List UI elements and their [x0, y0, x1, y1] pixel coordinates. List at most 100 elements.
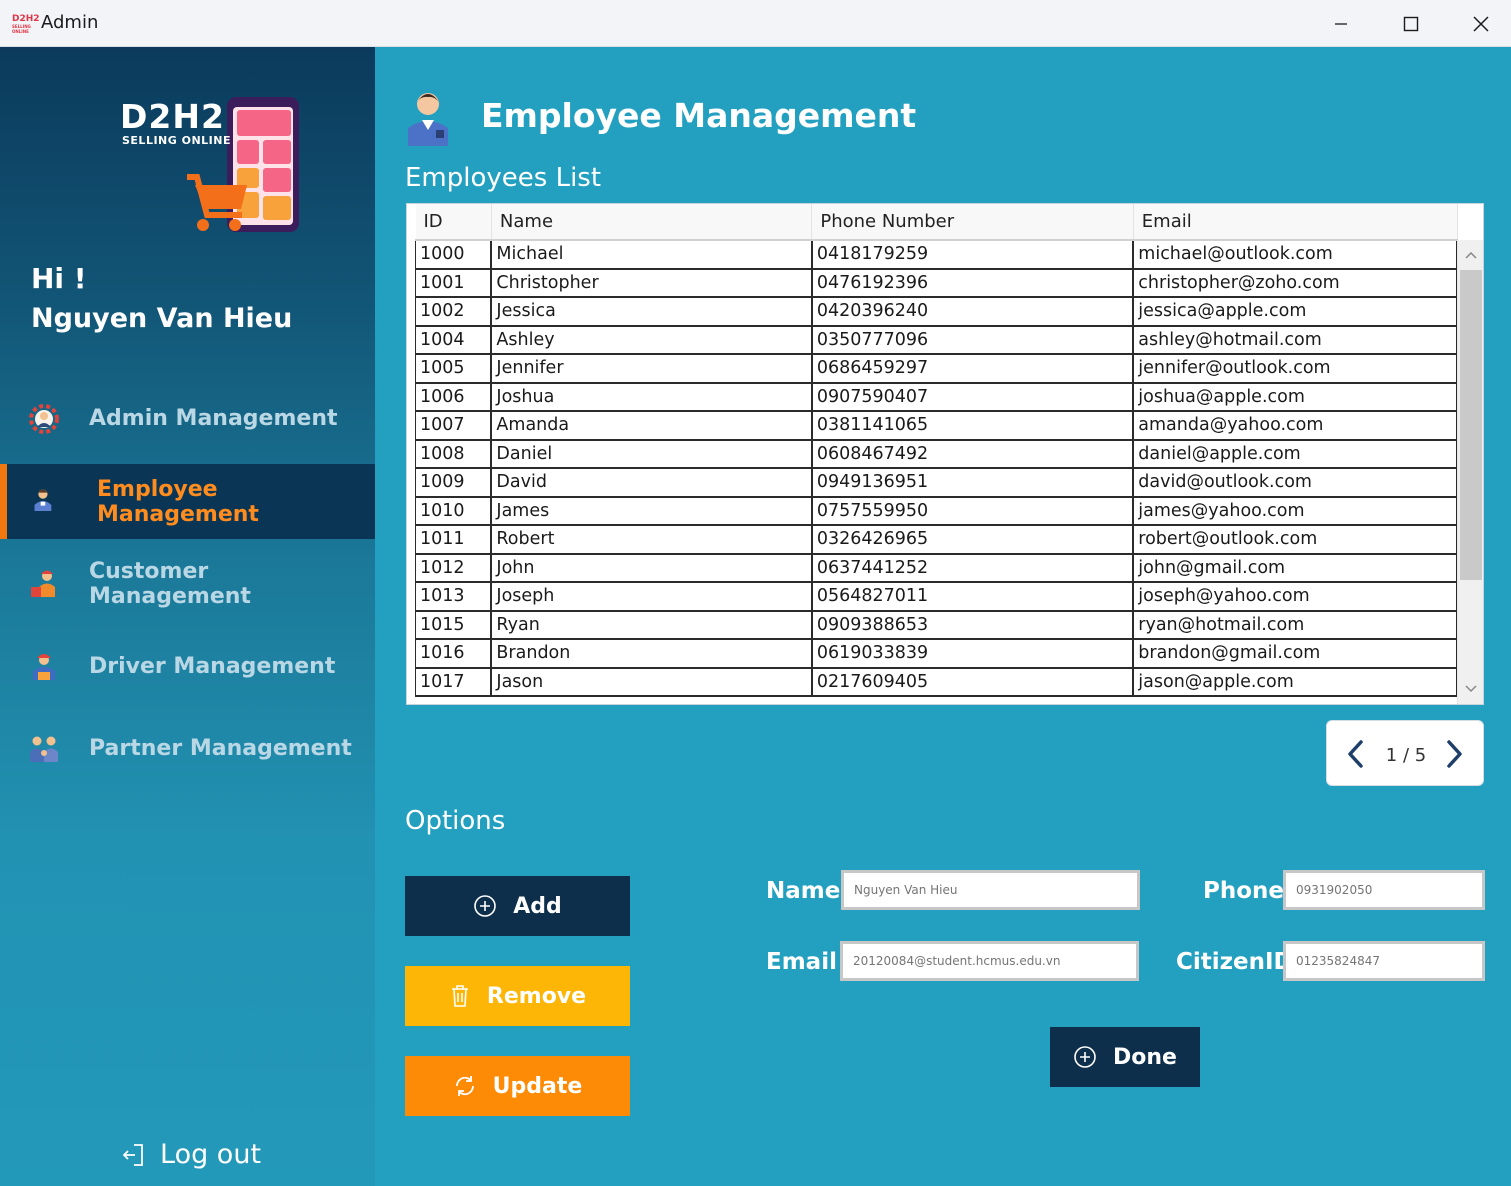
email-field[interactable]	[840, 941, 1139, 981]
cell-phone: 0907590407	[810, 382, 1135, 412]
cell-email: robert@outlook.com	[1132, 525, 1458, 555]
customer-icon	[31, 570, 55, 597]
sidebar-item-admin-management[interactable]: Admin Management	[0, 381, 375, 456]
cell-id: 1005	[415, 354, 493, 384]
cell-id: 1015	[415, 610, 493, 640]
cell-name: Christopher	[490, 268, 813, 298]
minimize-button[interactable]	[1306, 0, 1376, 47]
cell-email: daniel@apple.com	[1132, 439, 1458, 469]
greeting: Hi !	[31, 262, 87, 295]
partner-icon	[30, 736, 58, 762]
table-row[interactable]: 1015 Ryan 0909388653 ryan@hotmail.com	[415, 610, 1458, 640]
sidebar-item-label: Customer Management	[89, 558, 251, 609]
column-header-name[interactable]: Name	[491, 204, 813, 241]
options-title: Options	[405, 806, 506, 836]
cell-email: ashley@hotmail.com	[1132, 325, 1458, 355]
table-row[interactable]: 1008 Daniel 0608467492 daniel@apple.com	[415, 439, 1458, 469]
update-button-label: Update	[492, 1073, 583, 1099]
remove-button[interactable]: Remove	[405, 966, 630, 1026]
cell-phone: 0350777096	[810, 325, 1135, 355]
table-row[interactable]: 1007 Amanda 0381141065 amanda@yahoo.com	[415, 411, 1458, 441]
cell-phone: 0564827011	[810, 582, 1135, 612]
sidebar-item-label: Driver Management	[89, 654, 336, 679]
cell-email: david@outlook.com	[1132, 468, 1458, 498]
column-header-id[interactable]: ID	[415, 204, 492, 241]
refresh-icon	[453, 1074, 477, 1098]
table-row[interactable]: 1006 Joshua 0907590407 joshua@apple.com	[415, 382, 1458, 412]
next-page-button[interactable]	[1439, 737, 1469, 771]
cell-id: 1006	[415, 382, 493, 412]
pagination: 1 / 5	[1326, 720, 1484, 786]
update-button[interactable]: Update	[405, 1056, 630, 1116]
sidebar: D2H2 SELLING ONLINE Hi ! Nguyen Van Hieu…	[0, 47, 375, 1186]
table-header-row: ID Name Phone Number Email	[415, 204, 1458, 241]
minimize-icon	[1335, 22, 1347, 25]
cell-email: amanda@yahoo.com	[1132, 411, 1458, 441]
sidebar-item-label: Admin Management	[89, 406, 338, 431]
table-row[interactable]: 1011 Robert 0326426965 robert@outlook.com	[415, 525, 1458, 555]
maximize-button[interactable]	[1376, 0, 1446, 47]
table-row[interactable]: 1017 Jason 0217609405 jason@apple.com	[415, 667, 1458, 697]
maximize-icon	[1403, 16, 1419, 31]
table-row[interactable]: 1009 David 0949136951 david@outlook.com	[415, 468, 1458, 498]
name-field[interactable]	[841, 870, 1140, 910]
name-label: Name	[766, 878, 841, 904]
cell-phone: 0381141065	[810, 411, 1135, 441]
sidebar-item-driver-management[interactable]: Driver Management	[0, 629, 375, 704]
table-row[interactable]: 1013 Joseph 0564827011 joseph@yahoo.com	[415, 582, 1458, 612]
cell-phone: 0420396240	[810, 297, 1135, 327]
table-row[interactable]: 1002 Jessica 0420396240 jessica@apple.com	[415, 297, 1458, 327]
scroll-thumb[interactable]	[1460, 270, 1482, 580]
done-button[interactable]: Done	[1050, 1027, 1200, 1087]
column-header-phone[interactable]: Phone Number	[811, 204, 1134, 241]
cell-name: Ryan	[490, 610, 813, 640]
table-scrollbar[interactable]	[1457, 240, 1483, 704]
table-row[interactable]: 1001 Christopher 0476192396 christopher@zoh…	[415, 268, 1458, 298]
cell-email: john@gmail.com	[1132, 553, 1458, 583]
phone-field[interactable]	[1283, 870, 1485, 910]
employees-table-grid: ID Name Phone Number Email 1000 Michael 04…	[415, 204, 1458, 697]
logo-subtitle: SELLING ONLINE	[122, 134, 231, 147]
add-circle-icon	[473, 894, 497, 918]
user-name: Nguyen Van Hieu	[31, 303, 293, 334]
logout-button[interactable]: Log out	[120, 1139, 261, 1170]
cell-phone: 0949136951	[810, 468, 1135, 498]
table-row[interactable]: 1004 Ashley 0350777096 ashley@hotmail.com	[415, 325, 1458, 355]
cell-name: Joseph	[490, 582, 813, 612]
app-logo-icon: D2H2 SELLING ONLINE	[12, 14, 40, 34]
table-row[interactable]: 1012 John 0637441252 john@gmail.com	[415, 553, 1458, 583]
add-button[interactable]: Add	[405, 876, 630, 936]
cell-name: Amanda	[490, 411, 813, 441]
cell-name: Daniel	[490, 439, 813, 469]
cell-id: 1000	[415, 240, 493, 270]
sidebar-item-customer-management[interactable]: Customer Management	[0, 546, 375, 621]
cell-id: 1017	[415, 667, 493, 697]
scroll-up-icon[interactable]	[1463, 248, 1479, 264]
logout-icon	[122, 1143, 143, 1166]
citizen-id-field[interactable]	[1283, 941, 1485, 981]
sidebar-item-partner-management[interactable]: Partner Management	[0, 711, 375, 786]
table-row[interactable]: 1010 James 0757559950 james@yahoo.com	[415, 496, 1458, 526]
close-button[interactable]	[1446, 0, 1511, 47]
employee-page-icon	[408, 93, 448, 146]
table-row[interactable]: 1016 Brandon 0619033839 brandon@gmail.com	[415, 639, 1458, 669]
sidebar-item-employee-management[interactable]: Employee Management	[0, 464, 375, 539]
cell-name: Jennifer	[490, 354, 813, 384]
cell-email: joseph@yahoo.com	[1132, 582, 1458, 612]
add-button-label: Add	[513, 893, 562, 919]
cell-id: 1002	[415, 297, 493, 327]
cell-id: 1016	[415, 639, 493, 669]
table-row[interactable]: 1000 Michael 0418179259 michael@outlook.com	[415, 240, 1458, 270]
cell-phone: 0326426965	[810, 525, 1135, 555]
cell-name: Michael	[490, 240, 813, 270]
cell-email: michael@outlook.com	[1132, 240, 1458, 270]
close-icon	[1473, 15, 1489, 32]
page-title: Employee Management	[481, 96, 917, 135]
column-header-email[interactable]: Email	[1133, 204, 1458, 241]
table-row[interactable]: 1005 Jennifer 0686459297 jennifer@outlook.c…	[415, 354, 1458, 384]
employees-table: ID Name Phone Number Email 1000 Michael 04…	[406, 203, 1484, 705]
scroll-down-icon[interactable]	[1463, 682, 1479, 698]
gear-admin-icon	[29, 403, 59, 434]
cell-name: Jason	[490, 667, 813, 697]
done-button-label: Done	[1113, 1044, 1177, 1070]
